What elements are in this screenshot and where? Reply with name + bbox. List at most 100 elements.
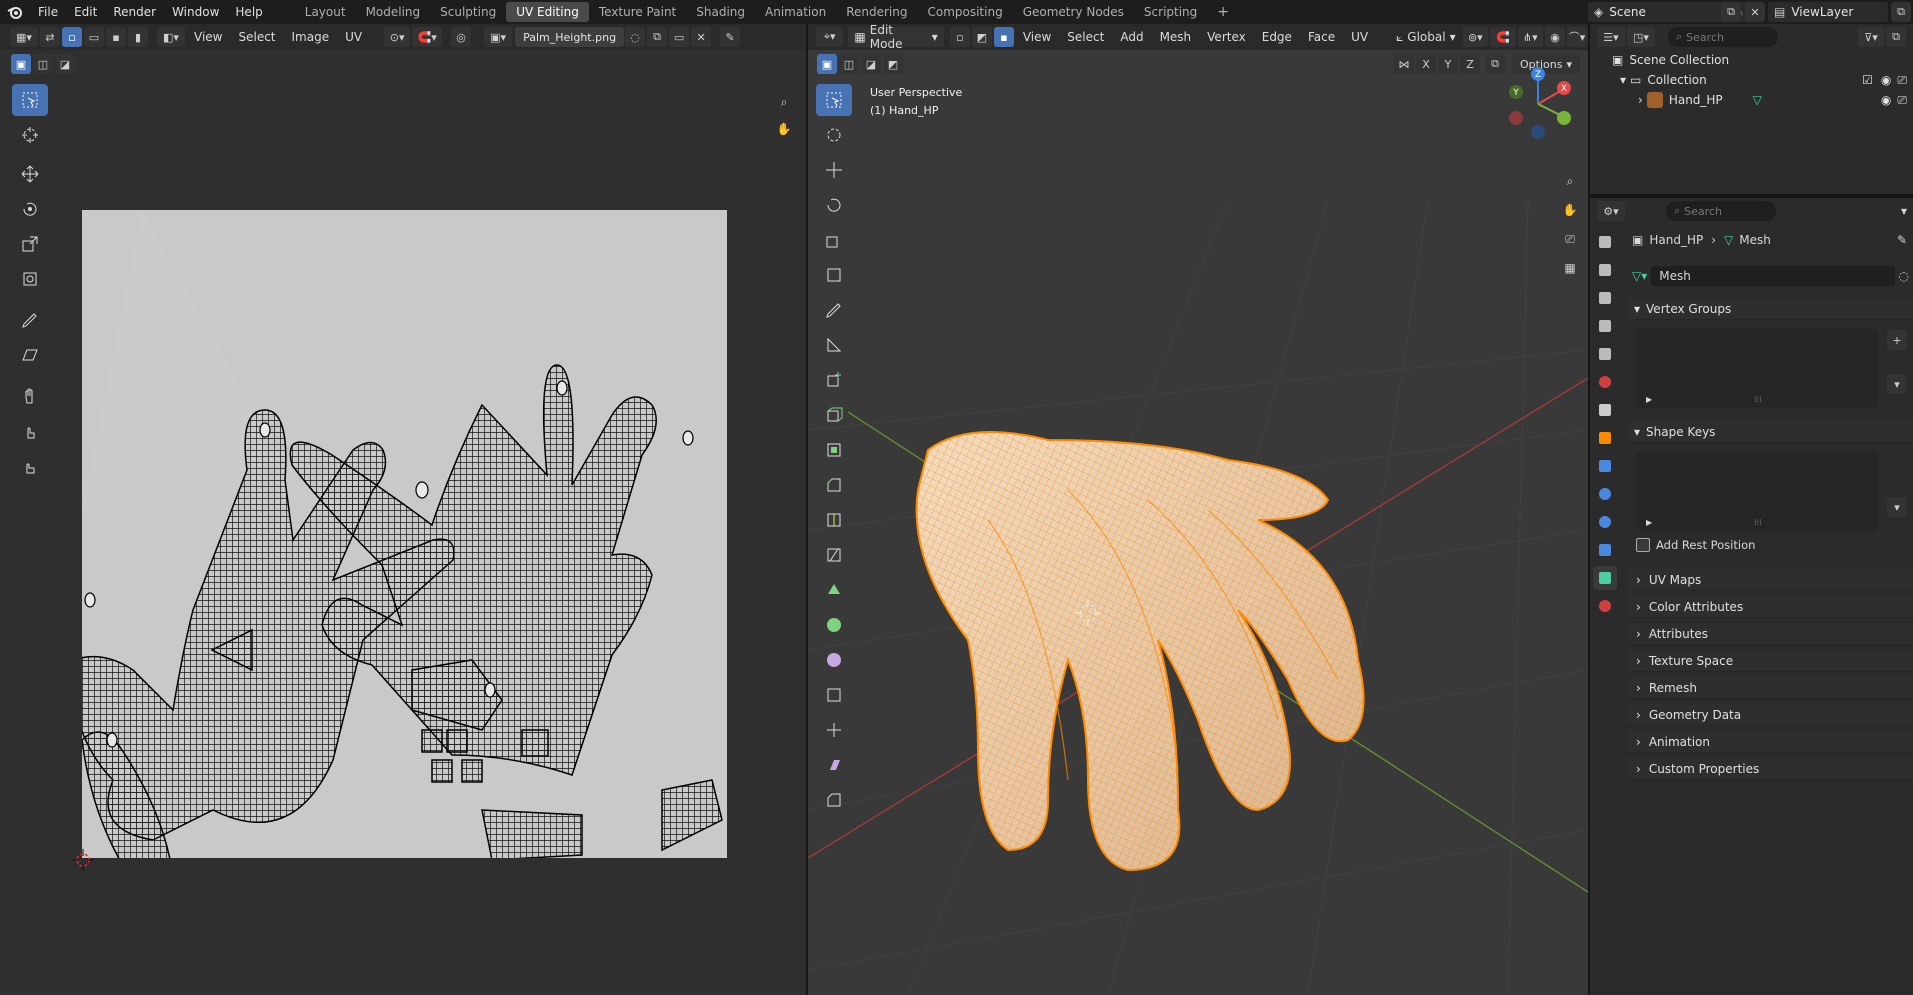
vp-pan-hand-icon[interactable]: ✋ xyxy=(1558,197,1582,223)
mesh-data-icon[interactable]: ▽ xyxy=(1753,93,1762,107)
properties-editor-type-icon[interactable]: ⚙▾ xyxy=(1597,201,1625,221)
render-camera-icon[interactable]: ⎚ xyxy=(1897,93,1907,108)
panel-shape-keys[interactable]: ▾ Shape Keys xyxy=(1628,421,1913,443)
vp-shrink-tool-icon[interactable] xyxy=(816,714,852,746)
vp-select-extend-icon[interactable]: ◫ xyxy=(839,54,859,74)
vertex-select-icon[interactable]: ▫ xyxy=(62,27,82,47)
tab-layout[interactable]: Layout xyxy=(295,2,356,22)
world-tab-icon[interactable] xyxy=(1593,370,1617,394)
vp-select-tool-icon[interactable] xyxy=(816,84,852,116)
add-vertex-group-button[interactable]: + xyxy=(1887,330,1907,350)
vp-rip-tool-icon[interactable] xyxy=(816,784,852,816)
menu-edit[interactable]: Edit xyxy=(66,0,105,24)
mirror-icon[interactable]: ⋈ xyxy=(1394,54,1415,74)
vp-menu-edge[interactable]: Edge xyxy=(1254,30,1300,44)
outliner-editor-type-icon[interactable]: ☰▾ xyxy=(1597,27,1625,47)
face-mode-icon[interactable]: ▪ xyxy=(993,27,1014,47)
viewlayer-selector[interactable]: ▤ ViewLayer xyxy=(1768,2,1888,22)
vp-menu-mesh[interactable]: Mesh xyxy=(1152,30,1200,44)
editor-type-icon[interactable]: ▦▾ xyxy=(10,27,38,47)
tab-animation[interactable]: Animation xyxy=(755,2,836,22)
image-name-field[interactable]: Palm_Height.png xyxy=(515,27,625,47)
island-select-icon[interactable]: ▮ xyxy=(128,27,148,47)
vp-select-invert-icon[interactable]: ◩ xyxy=(883,54,903,74)
vp-menu-uv[interactable]: UV xyxy=(1343,30,1376,44)
new-scene-icon[interactable]: ⧉ xyxy=(1721,2,1741,22)
proportional-editing-icon[interactable]: ◉ xyxy=(1545,27,1565,47)
menu-window[interactable]: Window xyxy=(164,0,227,24)
outliner-row-hand-hp[interactable]: › Hand_HP ▽ ◉ ⎚ xyxy=(1590,90,1913,110)
tab-texture-paint[interactable]: Texture Paint xyxy=(589,2,686,22)
axis-y-toggle[interactable]: Y xyxy=(1438,54,1459,74)
vp-select-box-icon[interactable]: ▣ xyxy=(817,54,837,74)
rotate-tool-icon[interactable] xyxy=(12,193,48,225)
orientation-selector[interactable]: ⟀ Global ▾ xyxy=(1390,27,1462,47)
rip-tool-icon[interactable] xyxy=(12,339,48,371)
tab-geometry-nodes[interactable]: Geometry Nodes xyxy=(1013,2,1134,22)
constraints-tab-icon[interactable] xyxy=(1593,538,1617,562)
shape-key-menu-icon[interactable]: ▾ xyxy=(1887,497,1907,517)
panel-texture-space[interactable]: › Texture Space xyxy=(1628,650,1913,672)
vp-annotate-tool-icon[interactable] xyxy=(816,294,852,326)
vertex-group-menu-icon[interactable]: ▾ xyxy=(1887,374,1907,394)
add-rest-position-checkbox[interactable] xyxy=(1636,538,1650,552)
ortho-toggle-icon[interactable]: ▦ xyxy=(1558,255,1582,281)
tab-shading[interactable]: Shading xyxy=(686,2,755,22)
delete-scene-icon[interactable]: ✕ xyxy=(1745,2,1765,22)
vp-extrude-tool-icon[interactable] xyxy=(816,399,852,431)
navigation-gizmo[interactable]: Z X Y xyxy=(1498,64,1578,144)
filter-icon[interactable]: ⊽▾ xyxy=(1858,27,1884,47)
scale-tool-icon[interactable] xyxy=(12,228,48,260)
view-layer-tab-icon[interactable] xyxy=(1593,314,1617,338)
vp-select-subtract-icon[interactable]: ◪ xyxy=(861,54,881,74)
camera-view-icon[interactable]: ⎚ xyxy=(1558,226,1582,252)
pan-hand-icon[interactable]: ✋ xyxy=(772,117,796,141)
vp-poly-build-tool-icon[interactable] xyxy=(816,574,852,606)
tab-uv-editing[interactable]: UV Editing xyxy=(506,2,589,22)
viewport-editor-type-icon[interactable]: ⌖▾ xyxy=(816,27,844,47)
physics-tab-icon[interactable] xyxy=(1593,510,1617,534)
vertex-groups-list[interactable]: ▶ ⁞⁞⁞ xyxy=(1636,329,1878,408)
vp-menu-face[interactable]: Face xyxy=(1300,30,1343,44)
vp-menu-add[interactable]: Add xyxy=(1112,30,1151,44)
select-subtract-icon[interactable]: ◪ xyxy=(55,54,75,74)
axis-x-toggle[interactable]: X xyxy=(1416,54,1437,74)
relax-tool-icon[interactable] xyxy=(12,415,48,447)
panel-vertex-groups[interactable]: ▾ Vertex Groups xyxy=(1628,298,1913,320)
menu-file[interactable]: File xyxy=(30,0,66,24)
select-extend-icon[interactable]: ◫ xyxy=(33,54,53,74)
face-select-icon[interactable]: ▪ xyxy=(106,27,126,47)
vp-zoom-icon[interactable]: ⌕ xyxy=(1558,168,1582,194)
list-resize-handle[interactable]: ⁞⁞⁞ xyxy=(1754,395,1762,404)
mode-selector[interactable]: ▦ Edit Mode ▾ xyxy=(848,23,944,51)
edge-select-icon[interactable]: ▭ xyxy=(84,27,104,47)
snap-icon[interactable]: 🧲▾ xyxy=(412,27,443,47)
3d-viewport[interactable]: ▣ ◫ ◪ ◩ ⋈ X Y Z ⧉ Options ▾ User Perspec… xyxy=(808,50,1588,995)
uv-menu-select[interactable]: Select xyxy=(230,30,283,44)
properties-search-input[interactable]: ⌕ Search xyxy=(1666,201,1776,221)
mesh-browse-icon[interactable]: ▽▾ xyxy=(1632,269,1647,283)
vp-cursor-tool-icon[interactable] xyxy=(816,119,852,151)
modifier-tab-icon[interactable] xyxy=(1593,454,1617,478)
new-image-icon[interactable]: ⧉ xyxy=(647,27,668,47)
sticky-select-icon[interactable]: ◧▾ xyxy=(157,27,185,47)
panel-remesh[interactable]: › Remesh xyxy=(1628,677,1913,699)
vp-shear-tool-icon[interactable] xyxy=(816,749,852,781)
expand-arrow-icon[interactable]: › xyxy=(1638,93,1643,107)
vp-inset-tool-icon[interactable] xyxy=(816,434,852,466)
tab-compositing[interactable]: Compositing xyxy=(917,2,1012,22)
render-camera-icon[interactable]: ⎚ xyxy=(1897,73,1907,88)
uv-menu-image[interactable]: Image xyxy=(284,30,338,44)
shape-keys-list[interactable]: ▶ ⁞⁞⁞ xyxy=(1636,452,1878,531)
pivot-icon[interactable]: ⊙▾ xyxy=(384,27,411,47)
collection-tab-icon[interactable] xyxy=(1593,398,1617,422)
panel-custom-properties[interactable]: › Custom Properties xyxy=(1628,758,1913,780)
uv-menu-view[interactable]: View xyxy=(186,30,230,44)
vp-scale-tool-icon[interactable] xyxy=(816,224,852,256)
mesh-data-tab-icon[interactable] xyxy=(1593,566,1617,590)
tab-scripting[interactable]: Scripting xyxy=(1134,2,1207,22)
include-checkbox-icon[interactable]: ☑ xyxy=(1862,73,1873,87)
vertex-mode-icon[interactable]: ▫ xyxy=(949,27,970,47)
vp-measure-tool-icon[interactable] xyxy=(816,329,852,361)
uv-2d-cursor-icon[interactable] xyxy=(72,849,94,874)
